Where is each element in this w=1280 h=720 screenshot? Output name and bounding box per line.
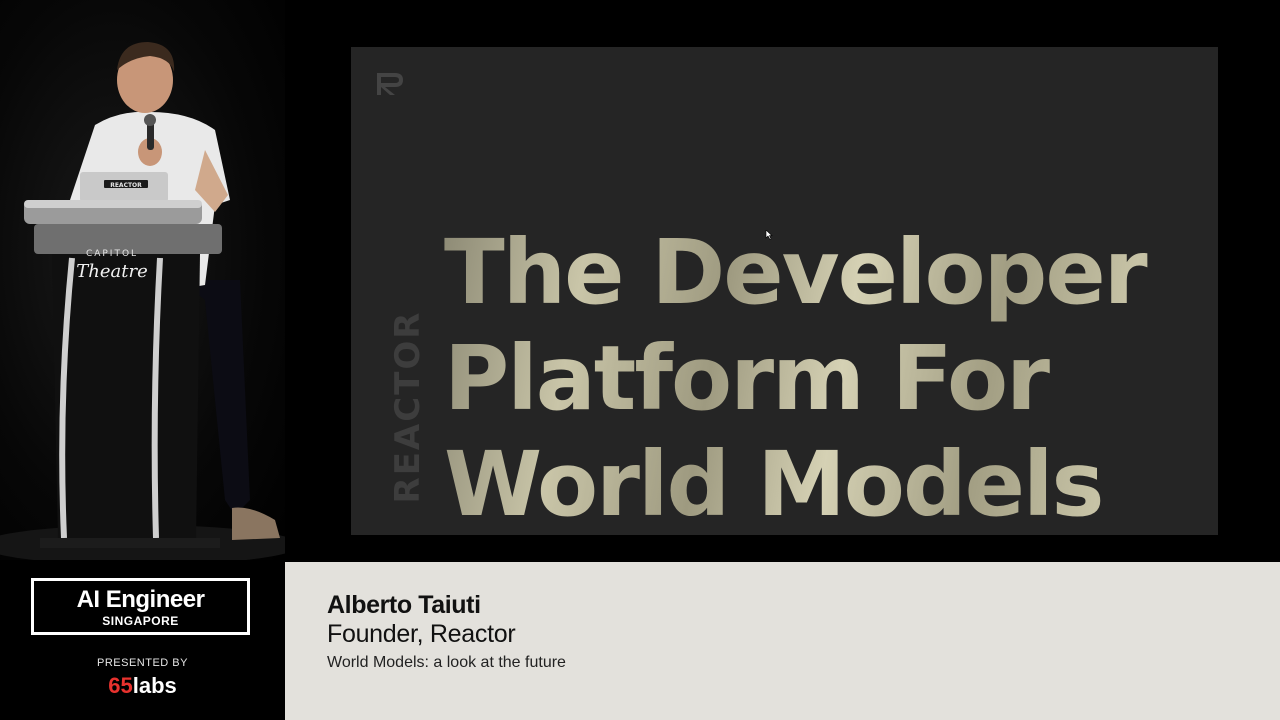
event-name: AI Engineer xyxy=(76,586,205,613)
sponsor-logo: 65labs xyxy=(0,673,285,699)
event-brand-panel: AI Engineer SINGAPORE PRESENTED BY 65lab… xyxy=(0,560,285,720)
talk-title: World Models: a look at the future xyxy=(327,654,566,671)
slide-headline: The Developer Platform For World Models xyxy=(444,219,1204,535)
speaker-role: Founder, Reactor xyxy=(327,620,516,648)
sponsor-word: labs xyxy=(132,673,177,698)
video-frame: REACTOR CAPITOL Theatre REACTOR The Deve… xyxy=(0,0,1280,720)
sponsor-number: 65 xyxy=(108,673,133,698)
podium-venue-line2: Theatre xyxy=(76,261,147,282)
headline-line-2: Platform For xyxy=(444,326,1049,430)
podium-venue-line1: CAPITOL xyxy=(86,249,138,259)
event-logo: AI Engineer SINGAPORE xyxy=(31,578,250,635)
speaker-at-podium-illustration: REACTOR CAPITOL Theatre xyxy=(0,42,285,560)
reactor-r-logo-icon xyxy=(377,73,403,95)
laptop-sticker-text: REACTOR xyxy=(110,182,142,189)
lower-third: Alberto Taiuti Founder, Reactor World Mo… xyxy=(285,562,1280,720)
speaker-name: Alberto Taiuti xyxy=(327,591,481,619)
presented-by-label: PRESENTED BY xyxy=(97,657,188,669)
headline-line-3: World Models xyxy=(444,432,1103,535)
pointer-cursor-icon xyxy=(765,230,773,240)
headline-line-1: The Developer xyxy=(444,220,1146,324)
presentation-slide: REACTOR The Developer Platform For World… xyxy=(351,47,1218,535)
event-city: SINGAPORE xyxy=(102,614,179,628)
speaker-video: REACTOR CAPITOL Theatre xyxy=(0,0,285,560)
slide-side-brand: REACTOR xyxy=(388,310,428,504)
